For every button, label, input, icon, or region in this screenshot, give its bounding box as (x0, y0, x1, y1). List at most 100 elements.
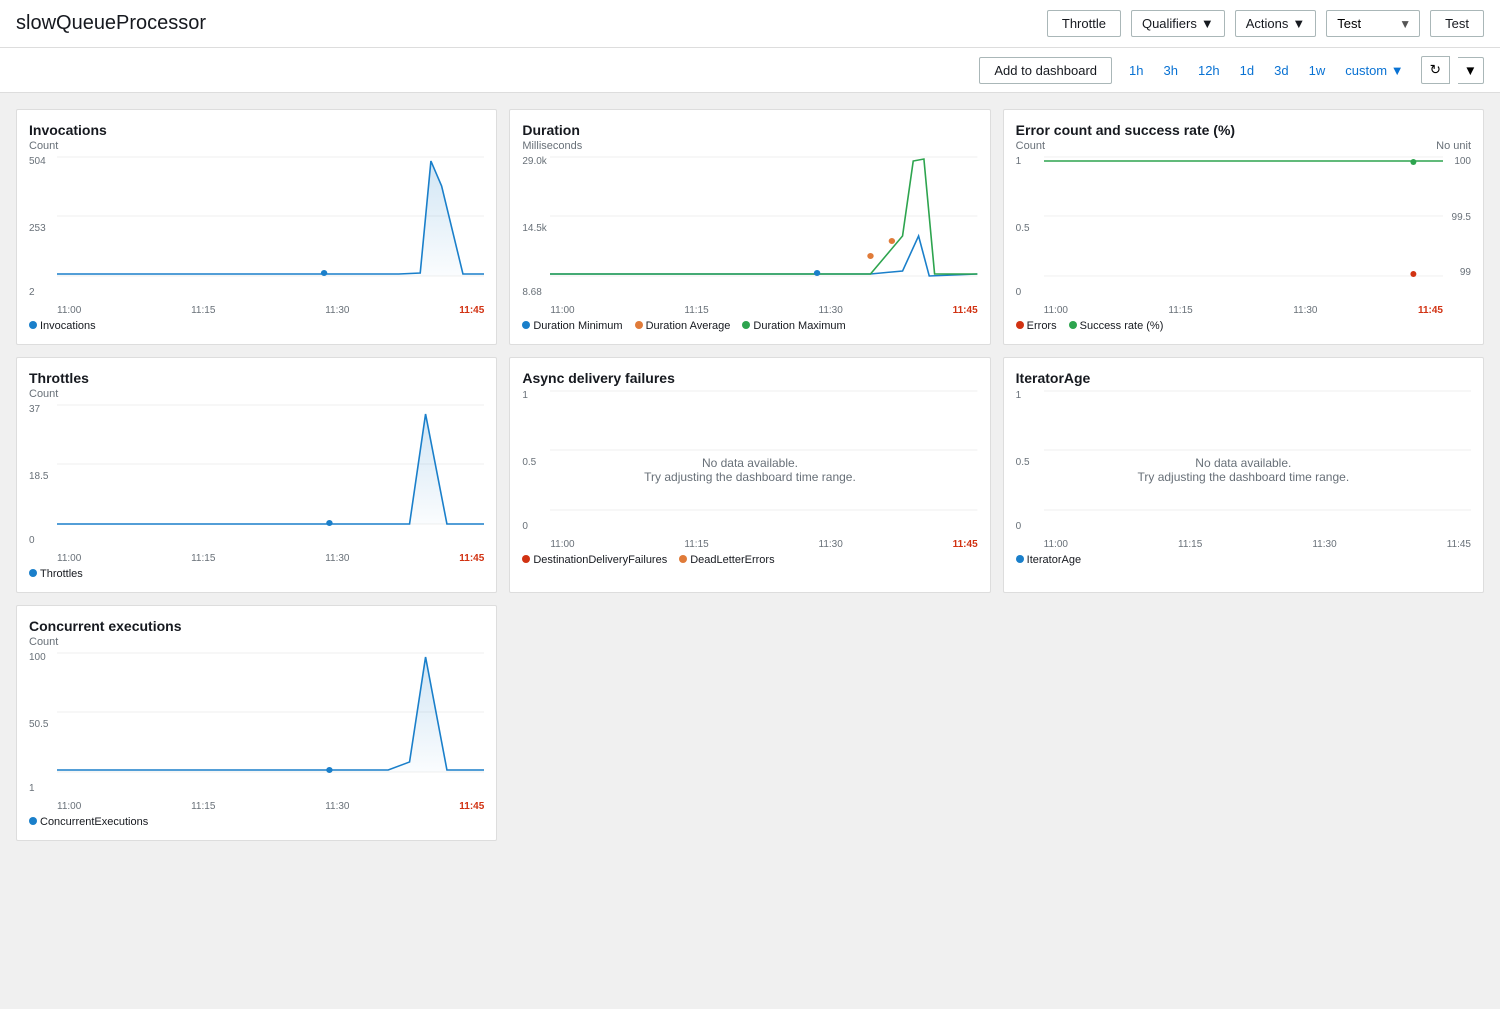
y-label-145k: 14.5k (522, 223, 546, 234)
y-label-0ia: 0 (1016, 521, 1022, 532)
invocations-x-axis: 11:0011:1511:3011:45 (57, 305, 484, 316)
refresh-dropdown-button[interactable]: ▼ (1458, 57, 1484, 84)
y-label-29k: 29.0k (522, 156, 546, 167)
throttles-chart-title: Throttles (29, 370, 484, 386)
duration-chart-card: Duration Milliseconds 29.0k 14.5k 8.68 (509, 109, 990, 345)
time-btn-1h[interactable]: 1h (1120, 58, 1152, 83)
concurrent-exec-chart-title: Concurrent executions (29, 618, 484, 634)
legend-dur-min: Duration Minimum (533, 320, 622, 332)
error-rate-chart-title: Error count and success rate (%) (1016, 122, 1471, 138)
time-btn-12h[interactable]: 12h (1189, 58, 1229, 83)
test-button[interactable]: Test (1430, 10, 1484, 37)
concurrent-unit: Count (29, 636, 484, 648)
duration-legend: Duration Minimum Duration Average Durati… (522, 320, 977, 332)
invocations-chart-area: 504 253 2 11:0011:1511:3011:45 (29, 156, 484, 316)
time-btn-1d[interactable]: 1d (1231, 58, 1263, 83)
invocations-chart-title: Invocations (29, 122, 484, 138)
chevron-down-icon: ▼ (1201, 16, 1214, 31)
invocations-unit: Count (29, 140, 484, 152)
concurrent-exec-chart-card: Concurrent executions Count 100 50.5 1 1… (16, 605, 497, 841)
time-btn-custom[interactable]: custom ▼ (1336, 58, 1412, 83)
page-title: slowQueueProcessor (16, 12, 1037, 35)
iterator-x-axis: 11:0011:1511:3011:45 (1044, 539, 1471, 550)
iterator-age-no-data: No data available. Try adjusting the das… (1137, 456, 1349, 484)
time-btn-1w[interactable]: 1w (1300, 58, 1335, 83)
legend-success-rate: Success rate (%) (1080, 320, 1164, 332)
throttles-x-axis: 11:0011:1511:3011:45 (57, 553, 484, 564)
duration-chart-area: 29.0k 14.5k 8.68 11:0011:1511:3011:45 (522, 156, 977, 316)
legend-ddl-failures: DestinationDeliveryFailures (533, 554, 667, 566)
error-rate-legend: Errors Success rate (%) (1016, 320, 1471, 332)
time-btn-3h[interactable]: 3h (1155, 58, 1187, 83)
y-label-2: 2 (29, 287, 35, 298)
async-failures-chart-card: Async delivery failures 1 0.5 0 No data … (509, 357, 990, 593)
page-header: slowQueueProcessor Throttle Qualifiers ▼… (0, 0, 1500, 48)
y-label-1c: 1 (29, 783, 35, 794)
chevron-down-icon: ▼ (1391, 17, 1419, 31)
time-range-selector: 1h 3h 12h 1d 3d 1w custom ▼ (1120, 58, 1413, 83)
chevron-down-icon: ▼ (1292, 16, 1305, 31)
y-label-37: 37 (29, 404, 40, 415)
y-label-0: 0 (1016, 287, 1022, 298)
y-label-1ia: 1 (1016, 390, 1022, 401)
legend-dur-avg: Duration Average (646, 320, 731, 332)
refresh-icon: ↻ (1430, 62, 1441, 77)
concurrent-exec-chart-area: 100 50.5 1 11:0011:1511:3011:45 (29, 652, 484, 812)
toolbar: Add to dashboard 1h 3h 12h 1d 3d 1w cust… (0, 48, 1500, 93)
error-rate-chart-area: 1 0.5 0 10099.599 11:0011:1511:3011:45 (1016, 156, 1471, 316)
async-failures-chart-title: Async delivery failures (522, 370, 977, 386)
throttles-unit: Count (29, 388, 484, 400)
throttles-chart-area: 37 18.5 0 11:0011:1511:3011:45 (29, 404, 484, 564)
legend-invocations: Invocations (40, 320, 96, 332)
concurrent-svg (57, 652, 484, 792)
y-label-0t: 0 (29, 535, 35, 546)
y-label-1af: 1 (522, 390, 528, 401)
qualifiers-button[interactable]: Qualifiers ▼ (1131, 10, 1225, 37)
duration-x-axis: 11:0011:1511:3011:45 (550, 305, 977, 316)
throttles-legend: Throttles (29, 568, 484, 580)
env-dropdown[interactable]: Test (1327, 11, 1391, 36)
legend-deadletter: DeadLetterErrors (690, 554, 774, 566)
legend-iterator-age: IteratorAge (1027, 554, 1081, 566)
legend-throttles: Throttles (40, 568, 83, 580)
chevron-down-icon: ▼ (1464, 63, 1477, 78)
concurrent-exec-legend: ConcurrentExecutions (29, 816, 484, 828)
invocations-legend: Invocations (29, 320, 484, 332)
async-failures-no-data: No data available. Try adjusting the das… (644, 456, 856, 484)
duration-svg (550, 156, 977, 296)
legend-concurrent: ConcurrentExecutions (40, 816, 148, 828)
legend-errors: Errors (1027, 320, 1057, 332)
y-label-253: 253 (29, 223, 46, 234)
y-label-868: 8.68 (522, 287, 541, 298)
iterator-age-chart-title: IteratorAge (1016, 370, 1471, 386)
concurrent-x-axis: 11:0011:1511:3011:45 (57, 801, 484, 812)
y-label-185: 18.5 (29, 471, 48, 482)
add-to-dashboard-button[interactable]: Add to dashboard (979, 57, 1112, 84)
time-btn-3d[interactable]: 3d (1265, 58, 1297, 83)
actions-button[interactable]: Actions ▼ (1235, 10, 1317, 37)
invocations-svg (57, 156, 484, 296)
async-failures-chart-area: 1 0.5 0 No data available. Try adjusting… (522, 390, 977, 550)
y-label-0af: 0 (522, 521, 528, 532)
dashboard-grid: Invocations Count 504 253 2 11:0011:1511… (0, 93, 1500, 857)
y-label-05: 0.5 (1016, 223, 1030, 234)
throttle-button[interactable]: Throttle (1047, 10, 1121, 37)
error-rate-units: Count No unit (1016, 140, 1471, 152)
invocations-chart-card: Invocations Count 504 253 2 11:0011:1511… (16, 109, 497, 345)
refresh-button[interactable]: ↻ (1421, 56, 1450, 84)
y-label-505: 50.5 (29, 719, 48, 730)
iterator-age-legend: IteratorAge (1016, 554, 1471, 566)
y-label-1: 1 (1016, 156, 1022, 167)
async-x-axis: 11:0011:1511:3011:45 (550, 539, 977, 550)
duration-chart-title: Duration (522, 122, 977, 138)
legend-dur-max: Duration Maximum (753, 320, 845, 332)
error-rate-chart-card: Error count and success rate (%) Count N… (1003, 109, 1484, 345)
right-y-axis: 10099.599 (1452, 156, 1471, 296)
y-label-100: 100 (29, 652, 46, 663)
environment-select[interactable]: Test ▼ (1326, 10, 1420, 37)
iterator-age-chart-area: 1 0.5 0 No data available. Try adjusting… (1016, 390, 1471, 550)
y-label-05af: 0.5 (522, 457, 536, 468)
throttles-chart-card: Throttles Count 37 18.5 0 11:0011:1511:3… (16, 357, 497, 593)
y-label-05ia: 0.5 (1016, 457, 1030, 468)
async-failures-legend: DestinationDeliveryFailures DeadLetterEr… (522, 554, 977, 566)
